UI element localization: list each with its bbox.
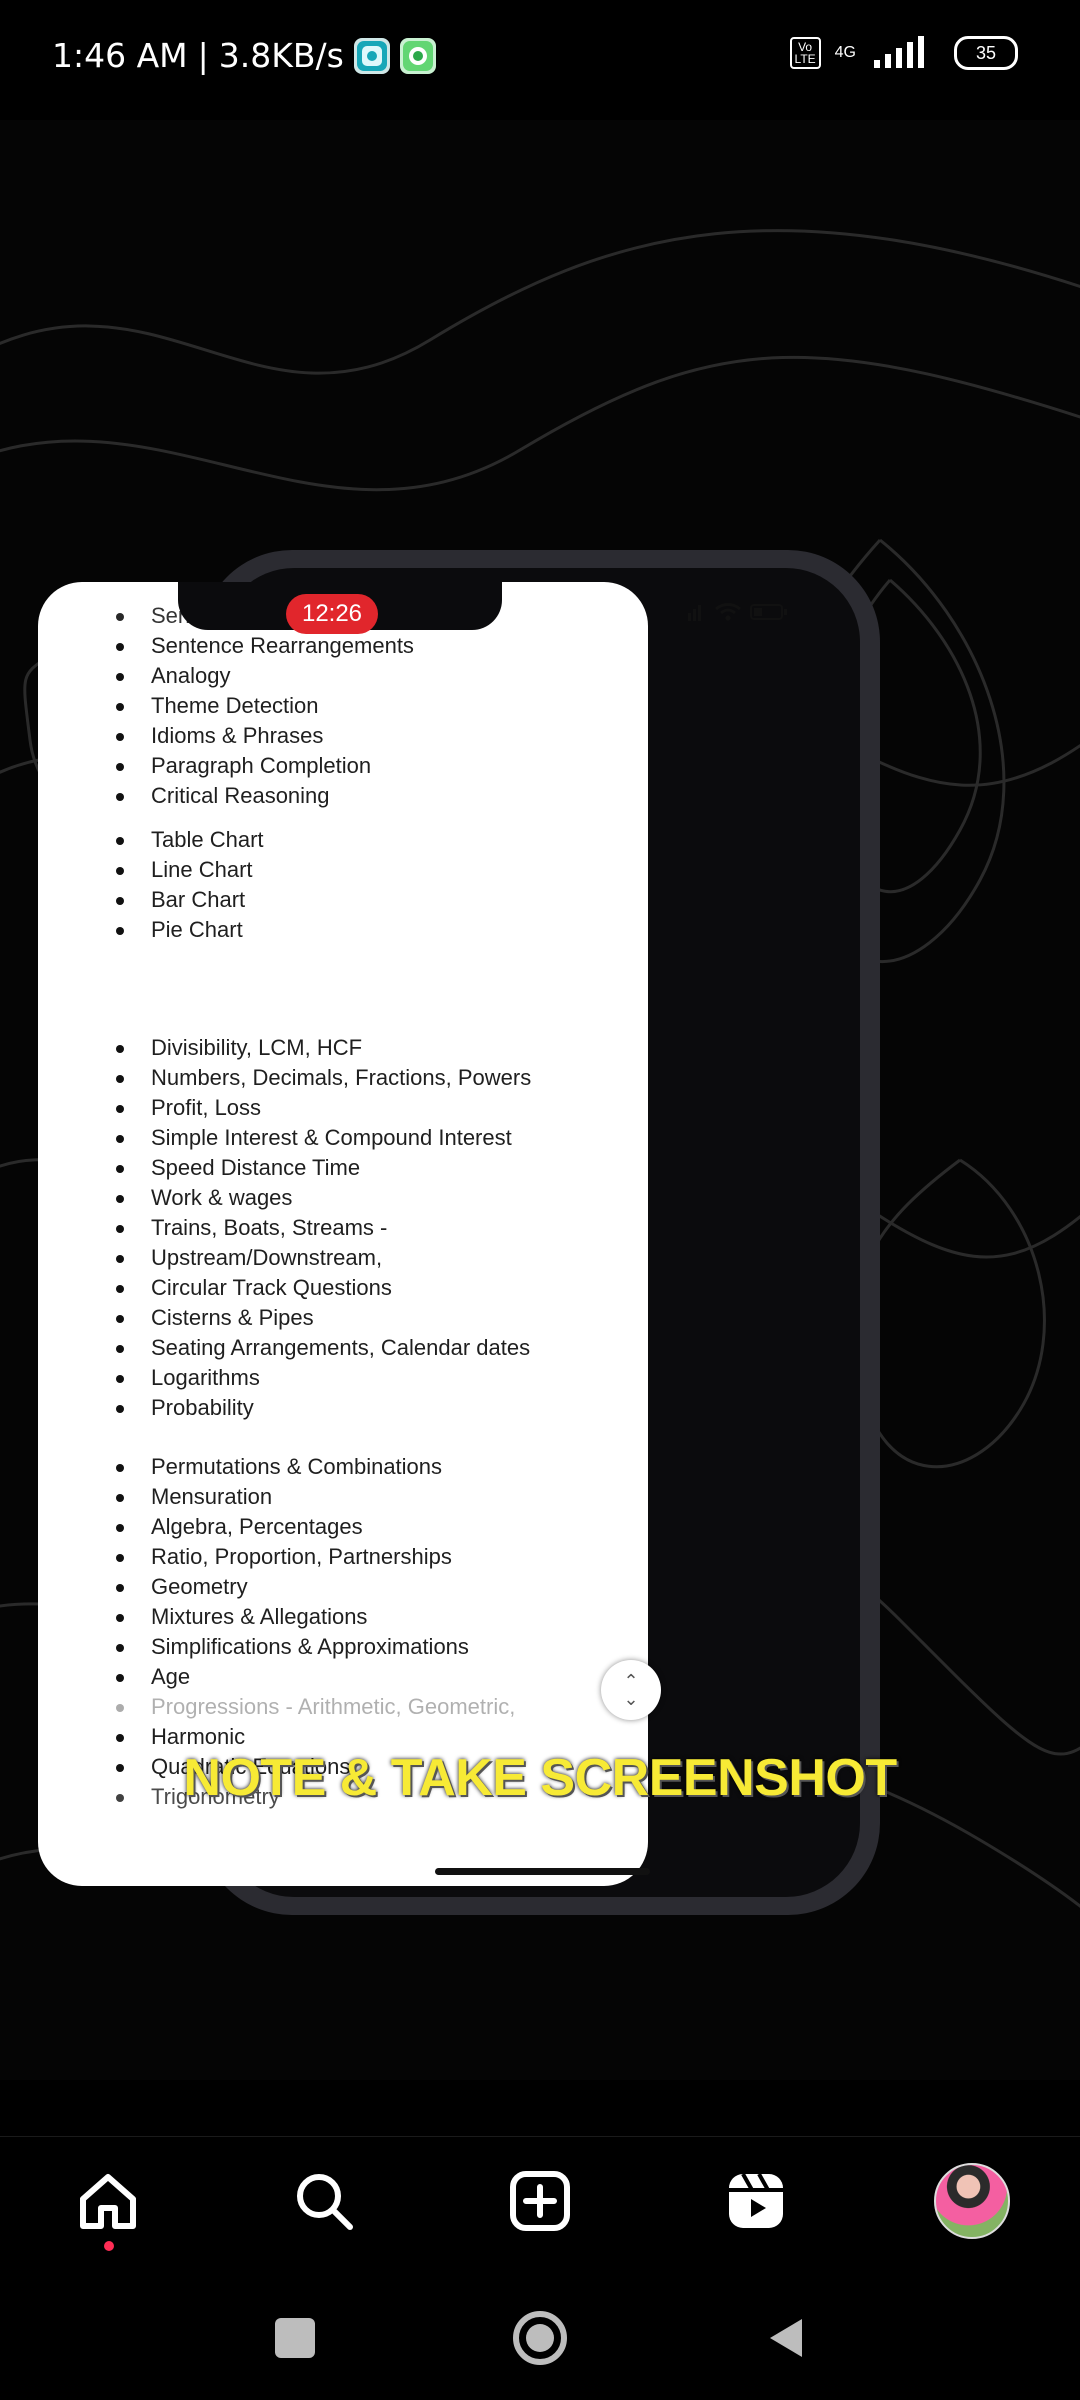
list-item: Speed Distance Time [38,1153,648,1183]
home-icon [80,2174,136,2229]
wifi-icon [715,603,741,621]
list-item: Progressions - Arithmetic, Geometric, [38,1692,648,1722]
volte-icon: Vo LTE [789,37,821,69]
system-navigation-bar [0,2276,1080,2400]
create-icon [510,2171,570,2231]
list-item: Work & wages [38,1183,648,1213]
home-icon [513,2311,567,2365]
list-item: Pie Chart [38,915,648,945]
list-item: Ratio, Proportion, Partnerships [38,1542,648,1572]
list-item: Geometry [38,1572,648,1602]
section-data-interpretation: Table Chart Line Chart Bar Chart Pie Cha… [38,825,648,945]
chevron-down-icon: ⌄ [623,1689,639,1709]
list-item: Sentence Rearrangements [38,631,648,661]
signal-icon [688,605,701,621]
reel-player[interactable]: Sentence Improvements Sentence Rearrange… [0,120,1080,2080]
signal-icon [874,36,924,68]
list-item: Analogy [38,661,648,691]
phone-home-indicator [435,1868,650,1875]
search-icon [297,2174,353,2230]
list-item: Paragraph Completion [38,751,648,781]
status-time: 1:46 AM [52,36,188,75]
section-verbal-ability: Sentence Improvements Sentence Rearrange… [38,603,648,811]
phone-time-pill: 12:26 [286,594,378,634]
list-item: Bar Chart [38,885,648,915]
recents-button[interactable] [265,2308,325,2368]
list-item: Upstream/Downstream, [38,1243,648,1273]
profile-avatar [934,2163,1010,2239]
bottom-navigation [0,2136,1080,2277]
list-item: Trains, Boats, Streams - [38,1213,648,1243]
battery-indicator: 35 [954,36,1018,70]
list-item: Divisibility, LCM, HCF [38,1033,648,1063]
list-item: Numbers, Decimals, Fractions, Powers [38,1063,648,1093]
list-item: Circular Track Questions [38,1273,648,1303]
list-item: Critical Reasoning [38,781,648,811]
system-home-button[interactable] [510,2308,570,2368]
battery-icon [750,604,787,620]
list-item: Probability [38,1393,648,1423]
app-notification-icon [353,37,390,74]
list-item: Age [38,1662,648,1692]
list-item: Profit, Loss [38,1093,648,1123]
list-item: Idioms & Phrases [38,721,648,751]
status-left: 1:46 AM | 3.8KB/s [52,36,436,75]
network-type: 4G [834,44,856,61]
list-item: Simplifications & Approximations [38,1632,648,1662]
reels-icon [729,2173,783,2228]
list-item: Table Chart [38,825,648,855]
app-notification-icon-2 [399,37,436,74]
list-item: Theme Detection [38,691,648,721]
list-item: Simple Interest & Compound Interest [38,1123,648,1153]
home-tab[interactable] [68,2161,148,2241]
back-icon [770,2319,802,2357]
search-tab[interactable] [284,2161,364,2241]
list-item: Algebra, Percentages [38,1512,648,1542]
back-button[interactable] [755,2308,815,2368]
profile-tab[interactable] [932,2161,1012,2241]
status-separator: | [197,36,209,75]
status-bar: 1:46 AM | 3.8KB/s Vo LTE 4G 35 [0,0,1080,120]
reel-overlay-text: NOTE & TAKE SCREENSHOT [183,1749,897,1807]
list-item: Cisterns & Pipes [38,1303,648,1333]
page-scroll-handle[interactable]: ⌃ ⌄ [601,1660,661,1720]
recents-icon [275,2318,315,2358]
section-quantitative-aptitude: Divisibility, LCM, HCF Numbers, Decimals… [38,1033,648,1423]
chevron-up-icon: ⌃ [623,1671,639,1691]
list-item: Mixtures & Allegations [38,1602,648,1632]
home-notification-dot [104,2241,114,2251]
list-item: Permutations & Combinations [38,1452,648,1482]
list-item: Line Chart [38,855,648,885]
phone-screen: Sentence Improvements Sentence Rearrange… [38,582,648,1886]
create-tab[interactable] [500,2161,580,2241]
status-right: Vo LTE 4G 35 [789,36,1018,70]
network-speed: 3.8KB/s [218,36,344,75]
list-item: Seating Arrangements, Calendar dates [38,1333,648,1363]
phone-status-icons [688,602,788,622]
reels-tab[interactable] [716,2161,796,2241]
list-item: Mensuration [38,1482,648,1512]
list-item: Logarithms [38,1363,648,1393]
